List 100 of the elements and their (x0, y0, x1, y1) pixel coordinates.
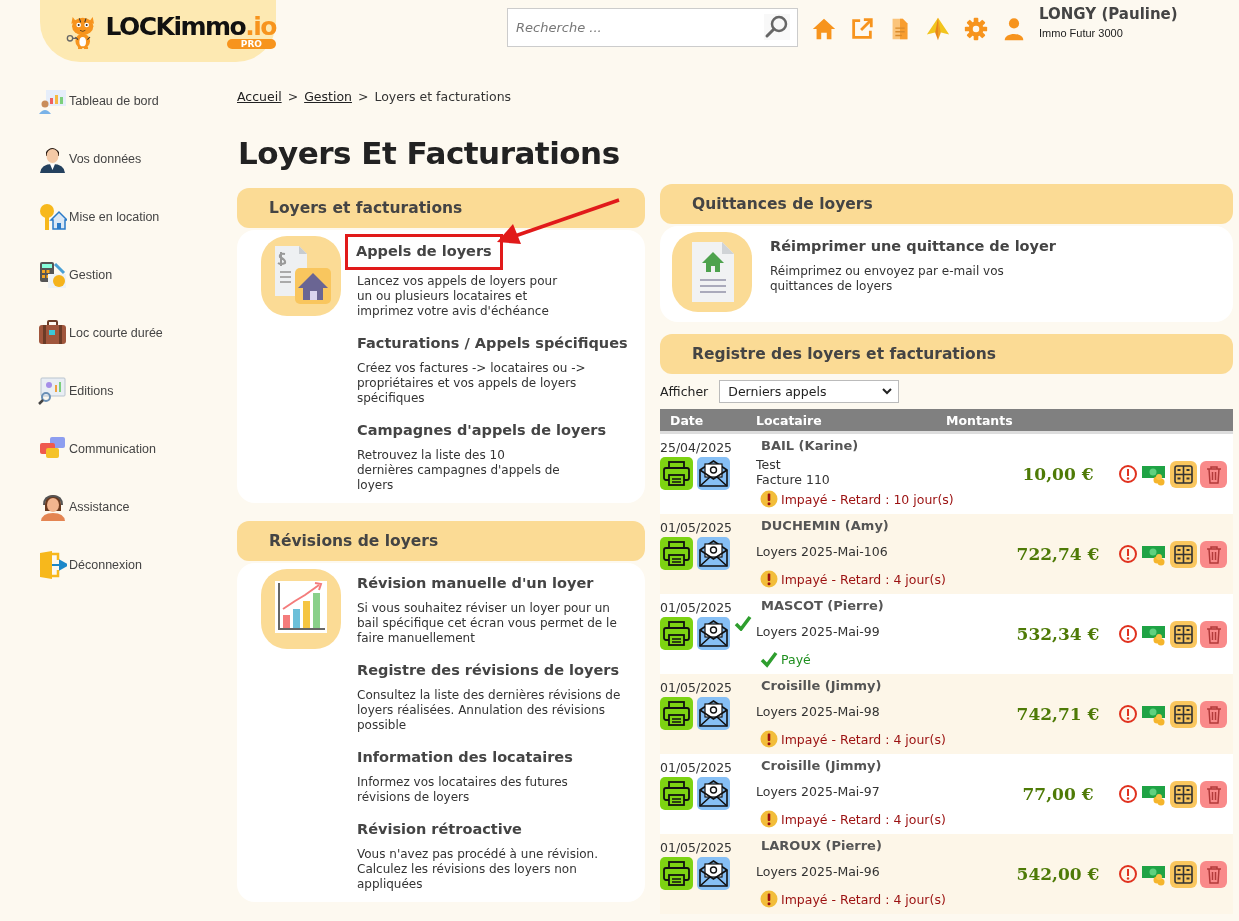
tenant-name: DUCHEMIN (Amy) (760, 518, 890, 533)
calculator-button[interactable] (1170, 860, 1197, 888)
amount-text: 742,71 € (1015, 704, 1101, 724)
breadcrumb-link[interactable]: Gestion (304, 89, 352, 111)
grid-icon (1174, 624, 1193, 644)
alert-icon[interactable] (1118, 464, 1138, 484)
alert-icon[interactable] (1118, 864, 1138, 884)
nav-link[interactable]: Vos données (69, 151, 142, 166)
logo-wordmark: LOCKimmo.io (105, 13, 276, 40)
date-text: 01/05/2025 (660, 840, 734, 855)
invoice-label: Loyers 2025-Mai-106 (756, 544, 889, 559)
feature-description: Si vous souhaitez réviser un loyer pour un bail spécifique cet écran vous permet de le faire manuellement (357, 601, 618, 646)
tenant-name: LAROUX (Pierre) (760, 838, 883, 853)
tenant-name: Croisille (Jimmy) (760, 678, 883, 693)
monitor-chart-icon[interactable] (38, 376, 67, 405)
column-header: Locataire (756, 412, 823, 428)
email-icon[interactable] (697, 457, 730, 490)
alert-icon[interactable] (1118, 704, 1138, 724)
email-icon[interactable] (697, 777, 730, 810)
feature-link[interactable]: Réimprimer une quittance de loyer (770, 236, 1056, 256)
alert-icon[interactable] (1118, 544, 1138, 564)
support-agent-icon[interactable] (38, 492, 67, 521)
date-text: 01/05/2025 (660, 520, 734, 535)
printer-icon[interactable] (660, 457, 693, 490)
amount-text: 10,00 € (1021, 464, 1095, 484)
payment-status: Impayé - Retard : 10 jour(s) (781, 491, 954, 507)
delete-button[interactable] (1200, 700, 1227, 728)
invoice-label: Loyers 2025-Mai-98 (756, 704, 881, 719)
amount-text: 542,00 € (1015, 864, 1101, 884)
alert-icon[interactable] (1118, 624, 1138, 644)
printer-icon[interactable] (660, 697, 693, 730)
logo[interactable]: LOCKimmo.io PRO (40, 0, 276, 62)
printer-icon[interactable] (660, 777, 693, 810)
delete-button[interactable] (1200, 780, 1227, 808)
amount-text: 532,34 € (1015, 624, 1101, 644)
search-icon[interactable] (764, 14, 790, 40)
trash-icon (1204, 544, 1223, 564)
delete-button[interactable] (1200, 860, 1227, 888)
trash-icon (1204, 704, 1223, 724)
nav-link[interactable]: Mise en location (69, 209, 160, 224)
email-icon[interactable] (697, 857, 730, 890)
section-header: Registre des loyers et facturations (660, 334, 1233, 374)
email-icon[interactable] (697, 617, 730, 650)
exit-door-icon[interactable] (38, 550, 67, 579)
receipt-house-icon (672, 232, 752, 312)
amount-text: 77,00 € (1021, 784, 1095, 804)
payment-status: Impayé - Retard : 4 jour(s) (781, 571, 946, 587)
delete-button[interactable] (1200, 460, 1227, 488)
invoice-label: Loyers 2025-Mai-96 (756, 864, 881, 879)
feature-link[interactable]: Campagnes d'appels de loyers (357, 420, 607, 440)
nav-link[interactable]: Communication (69, 441, 156, 456)
invoice-label: Facture 110 (756, 471, 831, 487)
calculator-button[interactable] (1170, 620, 1197, 648)
feature-link[interactable]: Révision manuelle d'un loyer (357, 573, 594, 593)
feature-link[interactable]: Facturations / Appels spécifiques (357, 333, 628, 353)
feature-link[interactable]: Révision rétroactive (357, 819, 522, 839)
filter-dropdown[interactable]: Derniers appels (719, 380, 900, 403)
nav-link[interactable]: Loc courte durée (69, 325, 163, 340)
section-header: Révisions de loyers (237, 521, 645, 561)
feature-link[interactable]: Information des locataires (357, 747, 573, 767)
printer-icon[interactable] (660, 857, 693, 890)
printer-icon[interactable] (660, 537, 693, 570)
key-house-icon[interactable] (38, 202, 67, 231)
delete-button[interactable] (1200, 540, 1227, 568)
amount-text: 722,74 € (1015, 544, 1101, 564)
nav-link[interactable]: Déconnexion (69, 557, 142, 572)
growth-chart-icon (261, 569, 341, 649)
alert-icon[interactable] (1118, 784, 1138, 804)
paper-plane-icon[interactable] (925, 16, 951, 42)
feature-description: Retrouvez la liste des 10 dernières campagnes d'appels de loyers (357, 448, 561, 493)
grid-icon (1174, 704, 1193, 724)
calculator-button[interactable] (1170, 540, 1197, 568)
trash-icon (1204, 624, 1223, 644)
breadcrumb-link[interactable]: Accueil (237, 89, 282, 111)
email-icon[interactable] (697, 697, 730, 730)
feature-link[interactable]: Registre des révisions de loyers (357, 660, 620, 680)
invoice-house-icon (261, 236, 341, 316)
printer-icon[interactable] (660, 617, 693, 650)
feature-link[interactable]: Appels de loyers (345, 234, 503, 270)
search-field[interactable]: Recherche ... (507, 8, 798, 47)
tenant-name: Croisille (Jimmy) (760, 758, 883, 773)
calculator-coin-icon[interactable] (38, 260, 67, 289)
nav-link[interactable]: Gestion (69, 267, 113, 282)
nav-link[interactable]: Assistance (69, 499, 130, 514)
nav-link[interactable]: Tableau de bord (69, 93, 159, 108)
invoice-label: Loyers 2025-Mai-97 (756, 784, 881, 799)
feature-description: Informez vos locataires des futures révisions de loyers (357, 775, 569, 805)
section-header: Quittances de loyers (660, 184, 1233, 224)
date-text: 25/04/2025 (660, 440, 734, 455)
email-icon[interactable] (697, 537, 730, 570)
suitcase-icon[interactable] (38, 318, 67, 347)
calculator-button[interactable] (1170, 700, 1197, 728)
column-header: Date (669, 412, 705, 428)
page-title: Loyers Et Facturations (238, 135, 621, 171)
calculator-button[interactable] (1170, 780, 1197, 808)
column-header: Montants (946, 412, 1014, 428)
nav-link[interactable]: Editions (69, 383, 114, 398)
date-text: 01/05/2025 (660, 760, 734, 775)
delete-button[interactable] (1200, 620, 1227, 648)
calculator-button[interactable] (1170, 460, 1197, 488)
